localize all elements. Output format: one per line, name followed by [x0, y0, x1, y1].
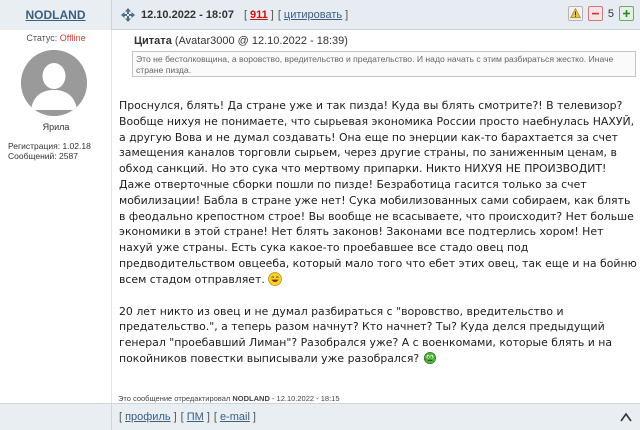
registration-date: 1.02.18	[62, 141, 91, 151]
post-paragraph: 20 лет никто из овец и не думал разбират…	[119, 304, 613, 365]
plus-icon[interactable]	[619, 6, 634, 21]
quote-header: Цитата (Avatar3000 @ 12.10.2022 - 18:39)	[134, 35, 348, 47]
status-offline: Offline	[59, 33, 86, 43]
post-footer: [ профиль ] [ ПМ ] [ e-mail ]	[112, 403, 640, 430]
crosshair-move-icon[interactable]	[121, 8, 135, 22]
post-body: Проснулся, блять! Да стране уже и так пи…	[119, 98, 637, 367]
editor-name: NODLAND	[232, 394, 270, 403]
author-rank: Ярила	[42, 122, 70, 132]
author-stats: Регистрация: 1.02.18 Сообщений: 2587	[8, 141, 91, 161]
thinking-smiley-icon	[423, 351, 436, 364]
profile-link[interactable]: профиль	[125, 411, 171, 423]
post-meta: 12.10.2022 - 18:07 [ 911 ] [ цитировать …	[112, 0, 640, 30]
laughing-smiley-icon	[268, 271, 283, 286]
post-number-link[interactable]: 911	[250, 9, 268, 21]
edit-notice: Это сообщение отредактировал NODLAND - 1…	[118, 394, 340, 403]
author-cell: NODLAND	[0, 0, 112, 30]
report-icon[interactable]	[567, 6, 583, 21]
author-name-link[interactable]: NODLAND	[26, 8, 86, 22]
post-count: 2587	[59, 151, 78, 161]
minus-icon[interactable]	[587, 6, 603, 21]
post-header: NODLAND 12.10.2022 - 18:07 [ 911 ] [ цит…	[0, 0, 640, 30]
reputation-count: 5	[607, 7, 614, 20]
quote-block: Это не бестолковщина, а воровство, вреди…	[132, 51, 636, 77]
forum-post: NODLAND 12.10.2022 - 18:07 [ 911 ] [ цит…	[0, 0, 640, 430]
avatar[interactable]	[21, 50, 87, 116]
pm-link[interactable]: ПМ	[187, 411, 204, 423]
post-tools: 5	[567, 6, 634, 21]
post-date: 12.10.2022 - 18:07	[141, 9, 234, 21]
footer-left-cell	[0, 403, 112, 430]
post-paragraph: Проснулся, блять! Да стране уже и так пи…	[119, 99, 637, 286]
post-content: Цитата (Avatar3000 @ 12.10.2022 - 18:39)…	[112, 30, 640, 430]
scroll-up-icon[interactable]	[620, 411, 632, 423]
quote-post-link[interactable]: цитировать	[284, 9, 342, 21]
email-link[interactable]: e-mail	[220, 411, 250, 423]
author-sidebar: Статус: Offline Ярила Регистрация: 1.02.…	[0, 30, 112, 430]
author-status: Статус: Offline	[26, 33, 86, 43]
